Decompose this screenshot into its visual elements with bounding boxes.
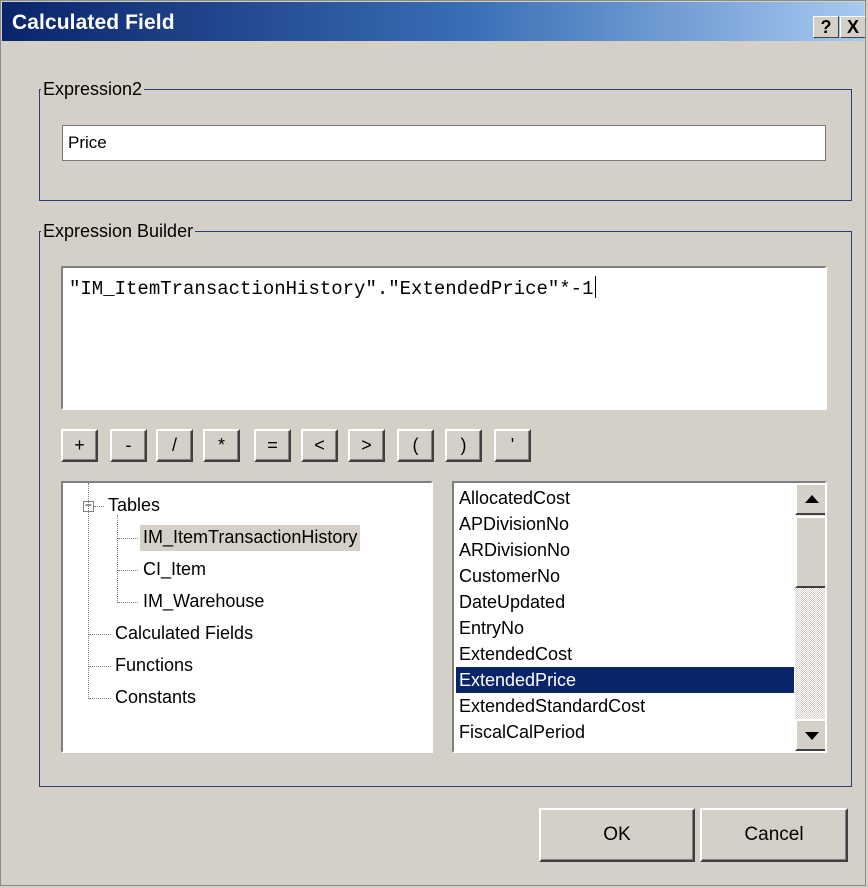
arrow-up-icon: [805, 495, 819, 503]
expression-builder-legend: Expression Builder: [43, 221, 194, 241]
field-list-item[interactable]: FiscalCalPeriod: [456, 719, 794, 745]
calculated-field-dialog: Calculated Field ? X Expression2 Price E…: [0, 0, 866, 886]
tree-node-tables[interactable]: Tables: [105, 493, 163, 519]
operator-close-paren-button[interactable]: ): [445, 429, 482, 462]
tree-connector: [94, 506, 104, 507]
cancel-button[interactable]: Cancel: [700, 808, 848, 862]
tree-node-table[interactable]: CI_Item: [140, 557, 209, 583]
field-list-item[interactable]: ExtendedStandardCost: [456, 693, 794, 719]
tree-node-table[interactable]: IM_Warehouse: [140, 589, 267, 615]
operator-open-paren-button[interactable]: (: [397, 429, 434, 462]
expression-editor[interactable]: "IM_ItemTransactionHistory"."ExtendedPri…: [61, 266, 827, 410]
operator-equals-button[interactable]: =: [254, 429, 291, 462]
operator-divide-button[interactable]: /: [156, 429, 193, 462]
tree-node-calculated-fields[interactable]: Calculated Fields: [112, 621, 256, 647]
object-tree[interactable]: − Tables IM_ItemTransactionHistory CI_It…: [61, 481, 433, 753]
tree-connector: [117, 515, 118, 603]
close-button[interactable]: X: [840, 16, 865, 38]
field-list-item[interactable]: ARDivisionNo: [456, 537, 794, 563]
expression-text: "IM_ItemTransactionHistory"."ExtendedPri…: [69, 278, 594, 300]
field-list[interactable]: AllocatedCost APDivisionNo ARDivisionNo Cus…: [452, 481, 827, 753]
field-list-item[interactable]: APDivisionNo: [456, 511, 794, 537]
field-list-item[interactable]: EntryNo: [456, 615, 794, 641]
operator-greater-than-button[interactable]: >: [348, 429, 385, 462]
text-caret: [594, 276, 596, 298]
tree-connector: [118, 570, 138, 571]
tree-node-functions[interactable]: Functions: [112, 653, 196, 679]
title-bar[interactable]: Calculated Field ? X: [2, 2, 865, 41]
help-button[interactable]: ?: [813, 16, 839, 38]
tree-connector: [89, 666, 111, 667]
tree-node-table[interactable]: IM_ItemTransactionHistory: [140, 525, 361, 551]
tree-node-constants[interactable]: Constants: [112, 685, 199, 711]
field-list-item[interactable]: AllocatedCost: [456, 485, 794, 511]
field-list-item[interactable]: DateUpdated: [456, 589, 794, 615]
operator-quote-button[interactable]: ': [494, 429, 531, 462]
tree-connector: [118, 602, 138, 603]
field-list-item[interactable]: CustomerNo: [456, 563, 794, 589]
field-list-item[interactable]: ExtendedCost: [456, 641, 794, 667]
tree-connector: [118, 538, 138, 539]
window-title: Calculated Field: [12, 11, 175, 34]
ok-button[interactable]: OK: [539, 808, 695, 862]
scroll-down-button[interactable]: [795, 719, 825, 751]
operator-less-than-button[interactable]: <: [301, 429, 338, 462]
tree-connector: [89, 634, 111, 635]
operator-multiply-button[interactable]: *: [203, 429, 240, 462]
tree-connector: [89, 698, 111, 699]
field-list-item[interactable]: ExtendedPrice: [456, 667, 794, 693]
scroll-thumb[interactable]: [795, 516, 825, 588]
operator-minus-button[interactable]: -: [110, 429, 147, 462]
expression-name-field[interactable]: Price: [62, 125, 826, 161]
arrow-down-icon: [805, 732, 819, 740]
operator-plus-button[interactable]: +: [61, 429, 98, 462]
vertical-scrollbar[interactable]: [795, 483, 825, 751]
expression-name-legend: Expression2: [43, 79, 143, 99]
scroll-up-button[interactable]: [795, 483, 825, 515]
